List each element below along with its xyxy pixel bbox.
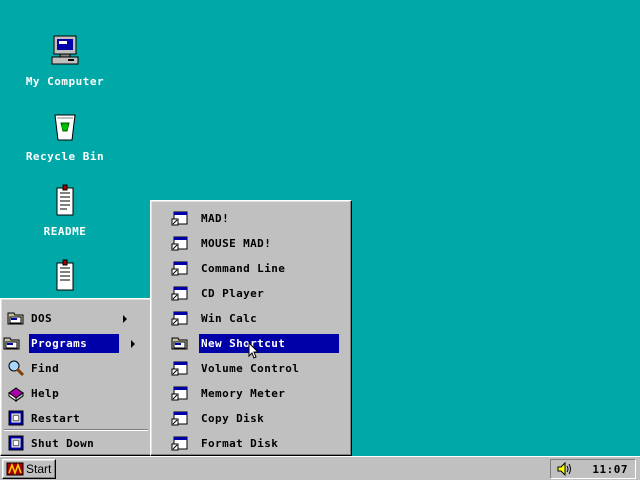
submenu-arrow-icon [131, 339, 135, 348]
mouse-pointer-icon [248, 341, 260, 360]
taskbar: Start 11:07 [0, 456, 640, 480]
recycle-bin-icon [48, 109, 82, 143]
programs-item-mad[interactable]: MAD! [171, 209, 339, 228]
magnifier-icon [7, 359, 25, 377]
menu-divider [4, 429, 148, 431]
start-menu-item-shut-down[interactable]: Shut Down [5, 434, 145, 453]
programs-item-cd-player[interactable]: CD Player [171, 284, 339, 303]
text-document-icon [48, 259, 82, 293]
programs-item-volume-control[interactable]: Volume Control [171, 359, 339, 378]
desktop-icon-label: README [43, 225, 87, 238]
programs-item-label: MAD! [201, 212, 230, 225]
programs-item-copy-disk[interactable]: Copy Disk [171, 409, 339, 428]
desktop-icon-label: Recycle Bin [25, 150, 105, 163]
start-menu-item-label: Shut Down [31, 437, 95, 450]
text-document-icon [48, 184, 82, 218]
program-icon [171, 284, 189, 302]
start-button-label: Start [26, 462, 52, 476]
start-button[interactable]: Start [2, 459, 56, 479]
desktop-icon-document[interactable] [15, 259, 115, 300]
program-icon [171, 359, 189, 377]
program-icon [171, 309, 189, 327]
programs-item-format-disk[interactable]: Format Disk [171, 434, 339, 453]
desktop-icon-readme[interactable]: README [15, 184, 115, 238]
programs-item-label: MOUSE MAD! [201, 237, 272, 250]
start-menu-item-label: Programs [31, 337, 88, 350]
programs-item-command-line[interactable]: Command Line [171, 259, 339, 278]
programs-item-mouse-mad[interactable]: MOUSE MAD! [171, 234, 339, 253]
desktop-icon-recycle-bin[interactable]: Recycle Bin [15, 109, 115, 163]
programs-item-win-calc[interactable]: Win Calc [171, 309, 339, 328]
program-icon [171, 384, 189, 402]
folder-icon [7, 309, 25, 327]
folder-icon [3, 334, 21, 352]
start-menu-item-dos[interactable]: DOS [5, 309, 145, 328]
program-icon [171, 259, 189, 277]
desktop-icon-my-computer[interactable]: My Computer [15, 34, 115, 88]
start-menu-item-label: Find [31, 362, 60, 375]
submenu-arrow-icon [123, 314, 127, 323]
programs-item-label: Volume Control [201, 362, 300, 375]
clock[interactable]: 11:07 [592, 463, 628, 476]
program-icon [171, 409, 189, 427]
desktop-icon-label: My Computer [25, 75, 105, 88]
program-icon [171, 209, 189, 227]
start-menu-item-restart[interactable]: Restart [5, 409, 145, 428]
start-menu: DOS Programs Find Help Restart Shut Down [0, 298, 152, 456]
start-menu-item-label: Help [31, 387, 60, 400]
programs-item-label: Command Line [201, 262, 286, 275]
computer-icon [48, 34, 82, 68]
programs-item-label: Win Calc [201, 312, 258, 325]
start-menu-item-programs[interactable]: Programs [3, 334, 135, 353]
programs-item-new-shortcut[interactable]: New Shortcut [171, 334, 339, 353]
start-menu-item-find[interactable]: Find [5, 359, 145, 378]
programs-item-label: Memory Meter [201, 387, 286, 400]
start-logo-icon [6, 462, 24, 476]
programs-item-label: Format Disk [201, 437, 279, 450]
programs-item-memory-meter[interactable]: Memory Meter [171, 384, 339, 403]
help-book-icon [7, 384, 25, 402]
start-menu-item-label: Restart [31, 412, 81, 425]
start-menu-item-help[interactable]: Help [5, 384, 145, 403]
programs-submenu: MAD! MOUSE MAD! Command Line CD Player W… [150, 200, 352, 456]
programs-item-label: New Shortcut [201, 337, 286, 350]
speaker-icon[interactable] [556, 461, 574, 477]
start-menu-item-label: DOS [31, 312, 53, 325]
program-icon [171, 234, 189, 252]
system-tray: 11:07 [550, 459, 636, 479]
shutdown-icon [7, 434, 25, 452]
program-icon [171, 434, 189, 452]
restart-icon [7, 409, 25, 427]
programs-item-label: Copy Disk [201, 412, 265, 425]
folder-icon [171, 334, 189, 352]
programs-item-label: CD Player [201, 287, 265, 300]
